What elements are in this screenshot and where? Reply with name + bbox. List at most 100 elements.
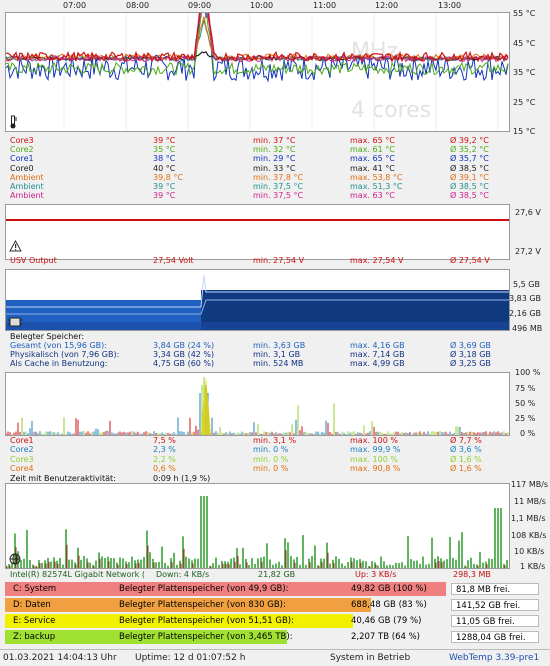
cpu-name: Core4 xyxy=(10,463,34,473)
mem-name: Physikalisch (von 7,96 GB): xyxy=(10,350,120,359)
disk-row: D: Daten Belegter Plattenspeicher (von 83… xyxy=(5,598,544,612)
cpu-max: max. 90,8 % xyxy=(350,463,401,473)
network-icon xyxy=(8,550,22,569)
temp-max: max. 65 °C xyxy=(350,154,395,164)
temp-series-line xyxy=(6,13,509,63)
mem-axis-label: 5,5 GB xyxy=(513,280,540,289)
disk-free: 141,52 GB frei. xyxy=(451,599,539,611)
activity-label: Zeit mit Benutzeraktivität: xyxy=(10,474,116,483)
temp-min: min. 33 °C xyxy=(253,163,296,173)
temp-name: Ambient xyxy=(10,182,44,191)
temp-axis-label: 35 °C xyxy=(513,68,536,77)
time-label: 11:00 xyxy=(313,1,337,10)
disk-free: 81,8 MB frei. xyxy=(451,583,539,595)
cpu-max: max. 100 % xyxy=(350,454,398,464)
disk-free: 11,05 GB frei. xyxy=(451,615,539,627)
net-axis-label: 108 KB/s xyxy=(511,531,547,540)
watermark-cores: 4 cores xyxy=(351,98,431,123)
temp-max: max. 41 °C xyxy=(350,163,395,173)
temp-series-line xyxy=(6,13,509,83)
temp-axis-label: 25 °C xyxy=(513,98,536,107)
temp-min: min. 37 °C xyxy=(253,136,296,145)
mem-cur: 3,84 GB (24 %) xyxy=(153,341,215,350)
status-version[interactable]: WebTemp 3.39-pre1 xyxy=(449,650,539,666)
temperature-graph: MHz 4 cores xyxy=(5,12,510,132)
cpu-name: Core3 xyxy=(10,454,34,464)
temp-min: min. 32 °C xyxy=(253,145,296,155)
mem-name: Als Cache in Benutzung: xyxy=(10,359,108,368)
mem-name: Gesamt (von 15,96 GB): xyxy=(10,341,107,350)
temp-cur: 40 °C xyxy=(153,163,176,173)
disk-row: E: Service Belegter Plattenspeicher (von … xyxy=(5,614,544,628)
cpu-axis-label: 25 % xyxy=(515,414,536,423)
net-axis-label: 117 MB/s xyxy=(511,480,549,489)
temp-name: Ambient xyxy=(10,172,44,182)
temp-name: Core1 xyxy=(10,154,34,164)
net-axis-label: 1 KB/s xyxy=(520,562,546,571)
memory-graph xyxy=(5,269,510,331)
cpu-min: min. 0 % xyxy=(253,454,289,464)
cpu-axis-label: 0 % xyxy=(520,429,536,438)
time-label: 13:00 xyxy=(438,1,462,10)
thermometer-icon xyxy=(8,114,18,129)
temp-avg: Ø 39,1 °C xyxy=(450,172,489,182)
activity-value: 0:09 h (1,9 %) xyxy=(153,474,211,483)
temp-avg: Ø 38,5 °C xyxy=(450,191,489,201)
cpu-axis-label: 100 % xyxy=(515,368,541,377)
time-label: 12:00 xyxy=(375,1,399,10)
usv-name: USV Output xyxy=(10,256,57,265)
disk-free: 1288,04 GB frei. xyxy=(451,631,539,643)
mem-max: max. 4,16 GB xyxy=(350,341,405,350)
net-axis-label: 11 MB/s xyxy=(514,497,546,506)
status-datetime: 01.03.2021 14:04:13 Uhr xyxy=(3,653,117,663)
cpu-min: min. 3,1 % xyxy=(253,436,297,445)
usv-max: max. 27,54 V xyxy=(350,256,404,265)
usv-avg: Ø 27,54 V xyxy=(450,256,490,265)
disk-desc: Belegter Plattenspeicher (von 51,51 GB): xyxy=(119,616,294,626)
temp-avg: Ø 38,5 °C xyxy=(450,163,489,173)
net-down-total: 21,82 GB xyxy=(258,570,296,579)
temperature-plot: MHz 4 cores xyxy=(6,13,509,131)
temp-name: Core0 xyxy=(10,163,34,173)
disk-row: Z: backup Belegter Plattenspeicher (von 3… xyxy=(5,630,544,644)
net-axis-label: 1,1 MB/s xyxy=(511,514,546,523)
mem-avg: Ø 3,69 GB xyxy=(450,341,491,350)
temp-min: min. 37,8 °C xyxy=(253,172,304,182)
temp-cur: 39,8 °C xyxy=(153,172,183,182)
temp-series-line xyxy=(6,13,509,77)
temp-cur: 38 °C xyxy=(153,154,176,164)
cpu-axis-label: 75 % xyxy=(515,384,536,393)
cpu-cur: 2,2 % xyxy=(153,454,176,464)
cpu-max: max. 99,9 % xyxy=(350,445,401,455)
temp-avg: Ø 39,2 °C xyxy=(450,136,489,145)
temp-avg: Ø 35,7 °C xyxy=(450,154,489,164)
status-uptime: Uptime: 12 d 01:07:52 h xyxy=(135,653,246,663)
temp-axis-label: 45 °C xyxy=(513,39,536,48)
cpu-avg: Ø 3,6 % xyxy=(450,445,482,455)
mem-axis-label: 2,16 GB xyxy=(509,309,542,318)
mem-min: min. 3,1 GB xyxy=(253,350,301,359)
time-label: 07:00 xyxy=(63,1,87,10)
cpu-avg: Ø 1,6 % xyxy=(450,463,482,473)
disk-desc: Belegter Plattenspeicher (von 3,465 TB): xyxy=(119,632,293,642)
temp-name: Core3 xyxy=(10,136,34,145)
cpu-cur: 0,6 % xyxy=(153,463,176,473)
time-label: 09:00 xyxy=(188,1,212,10)
cpu-min: min. 0 % xyxy=(253,463,289,473)
memory-chip-icon xyxy=(8,313,22,332)
net-adapter: Intel(R) 82574L Gigabit Network ( xyxy=(10,570,145,579)
cpu-avg: Ø 1,6 % xyxy=(450,454,482,464)
temp-name: Ambient xyxy=(10,191,44,201)
disk-name: E: Service xyxy=(13,616,56,626)
mem-axis-label: 3,83 GB xyxy=(509,294,542,303)
net-axis-label: 10 KB/s xyxy=(514,547,545,556)
temp-cur: 39 °C xyxy=(153,182,176,191)
temp-min: min. 37,5 °C xyxy=(253,182,304,191)
time-label: 10:00 xyxy=(250,1,274,10)
network-graph xyxy=(5,483,510,569)
disk-row: C: System Belegter Plattenspeicher (von 4… xyxy=(5,582,544,596)
disk-name: D: Daten xyxy=(13,600,51,610)
usv-current: 27,54 Volt xyxy=(153,256,194,265)
usv-axis-label: 27,2 V xyxy=(515,247,541,256)
temp-cur: 39 °C xyxy=(153,191,176,201)
